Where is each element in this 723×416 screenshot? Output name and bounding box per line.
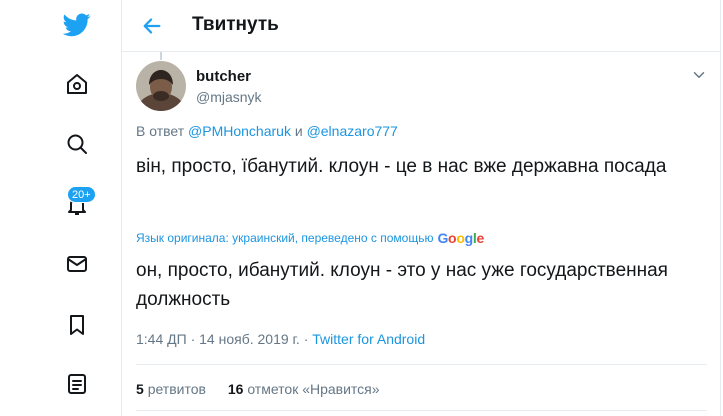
- sidebar: 20+: [0, 0, 122, 416]
- lists-icon[interactable]: [62, 369, 92, 399]
- meta-separator: ·: [190, 331, 196, 347]
- avatar[interactable]: [136, 61, 186, 111]
- retweets-count: 5: [136, 381, 144, 397]
- google-logo-letter: g: [464, 230, 474, 246]
- tweet-meta: 1:44 ДП · 14 нояб. 2019 г. · Twitter for…: [136, 331, 425, 347]
- main-column: Твитнуть butcher @mjasnyk В ответ @PMHon…: [122, 0, 721, 416]
- google-logo-letter: e: [476, 230, 484, 246]
- thread-connector: [160, 52, 162, 60]
- tweet-text: він, просто, їбанутий. клоун - це в нас …: [136, 156, 667, 177]
- retweets-stat[interactable]: 5 ретвитов: [136, 381, 206, 397]
- reply-prefix: В ответ: [136, 123, 185, 139]
- tweet-stats: 5 ретвитов 16 отметок «Нравится»: [136, 381, 398, 397]
- retweets-label: ретвитов: [147, 381, 206, 397]
- explore-icon[interactable]: [62, 129, 92, 159]
- mention-link[interactable]: @elnazaro777: [307, 123, 398, 139]
- translation-note: Язык оригинала: украинский, переведено с…: [136, 231, 434, 245]
- meta-separator: ·: [303, 331, 309, 347]
- messages-icon[interactable]: [62, 249, 92, 279]
- tweet-date[interactable]: 14 нояб. 2019 г.: [199, 331, 300, 347]
- google-logo-letter: o: [456, 230, 465, 246]
- home-icon[interactable]: [62, 69, 92, 99]
- bookmarks-icon[interactable]: [62, 310, 92, 340]
- arrow-left-icon: [143, 18, 161, 34]
- translation-notice[interactable]: Язык оригинала: украинский, переведено с…: [136, 230, 484, 246]
- likes-label: отметок «Нравится»: [247, 381, 380, 397]
- page-title: Твитнуть: [192, 14, 279, 35]
- tweet-time[interactable]: 1:44 ДП: [136, 331, 187, 347]
- likes-stat[interactable]: 16 отметок «Нравится»: [228, 381, 380, 397]
- likes-count: 16: [227, 381, 244, 397]
- tweet-source[interactable]: Twitter for Android: [312, 331, 425, 347]
- notification-badge: 20+: [67, 186, 96, 203]
- user-handle[interactable]: @mjasnyk: [196, 89, 262, 105]
- divider: [136, 364, 707, 365]
- divider: [136, 410, 707, 411]
- reply-conjunction: и: [294, 123, 303, 139]
- display-name[interactable]: butcher: [196, 68, 251, 85]
- mention-link[interactable]: @PMHoncharuk: [188, 123, 291, 139]
- translated-text: он, просто, ибанутий. клоун - это у нас …: [136, 260, 668, 310]
- google-logo-letter: G: [437, 230, 449, 246]
- google-logo: Google: [437, 230, 484, 246]
- reply-context: В ответ @PMHoncharuk и @elnazaro777: [136, 123, 398, 139]
- chevron-down-icon: [693, 72, 705, 78]
- twitter-logo-icon[interactable]: [62, 10, 92, 40]
- back-button[interactable]: [138, 12, 166, 40]
- more-options-button[interactable]: [690, 66, 708, 84]
- page-header: Твитнуть: [122, 0, 721, 52]
